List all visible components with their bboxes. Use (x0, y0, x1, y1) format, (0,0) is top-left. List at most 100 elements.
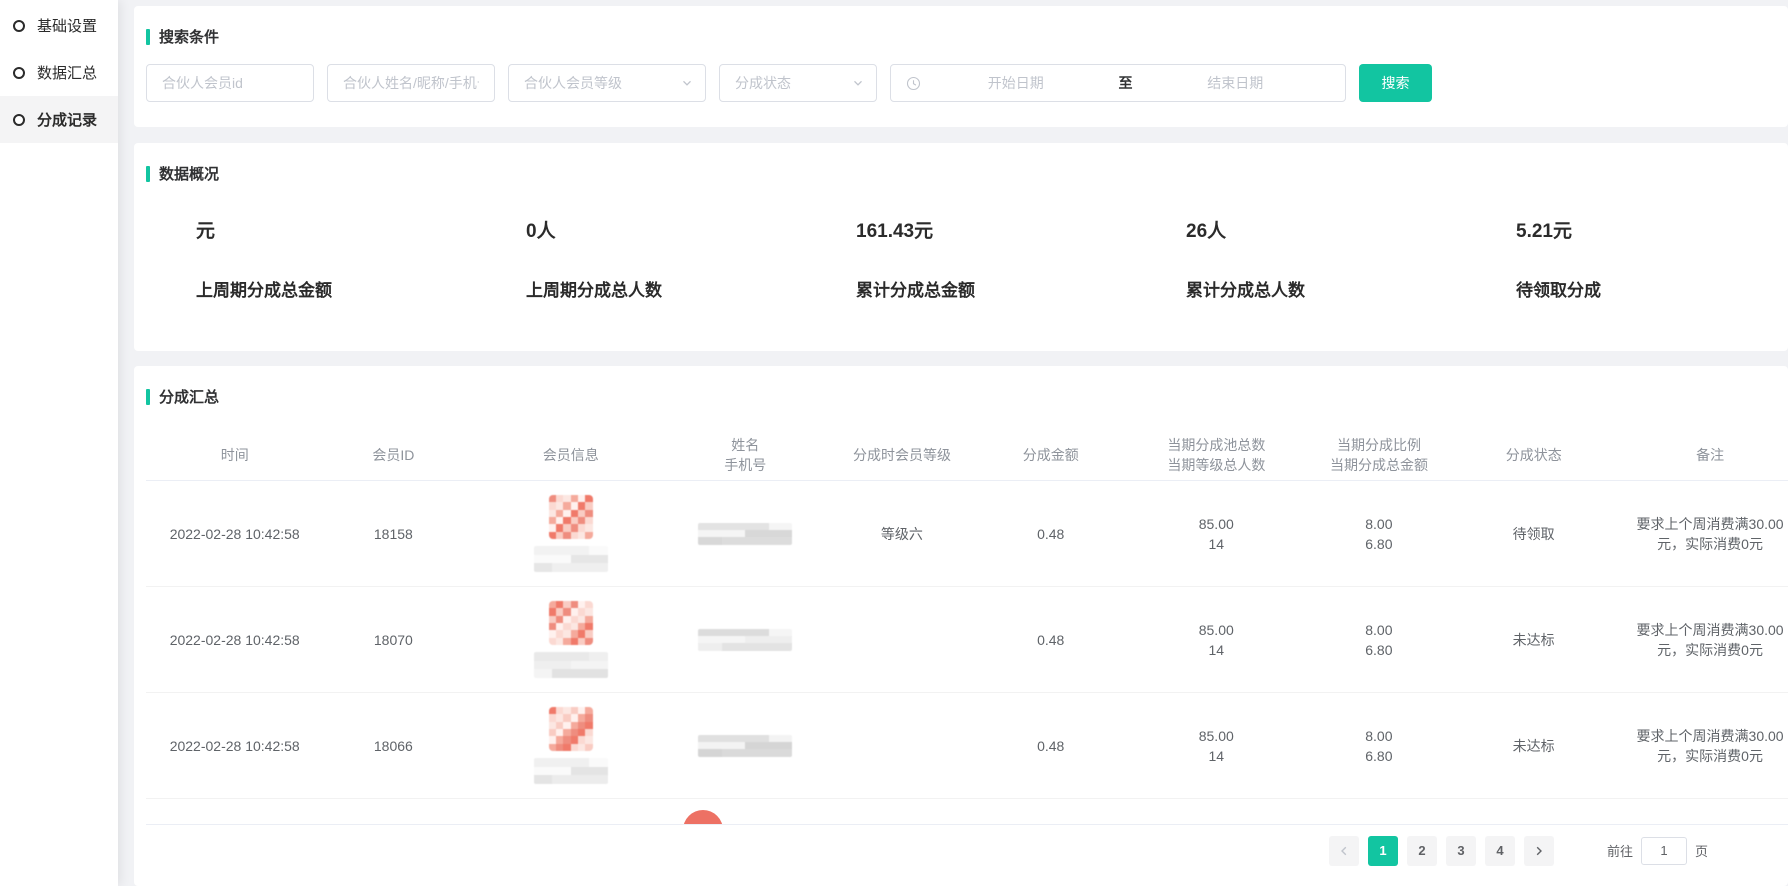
chevron-left-icon (1338, 845, 1350, 857)
next-page-button[interactable] (1524, 836, 1554, 866)
circle-icon (13, 114, 25, 126)
section-accent-bar (146, 389, 150, 405)
cell-level: 等级六 (812, 524, 991, 544)
col-header-ratio: 当期分成比例当期分成总金额 (1323, 435, 1435, 475)
section-title-text: 数据概况 (159, 163, 219, 184)
col-header-pool: 当期分成池总数当期等级总人数 (1110, 435, 1323, 475)
blurred-name (698, 523, 792, 545)
stat-value: 5.21元 (1516, 216, 1788, 243)
status-badge: 未达标 (1435, 630, 1632, 650)
cell-remark: 要求上个周消费满30.00元，实际消费0元 (1632, 620, 1788, 660)
commission-status-select[interactable]: 分成状态 (719, 64, 877, 102)
sidebar: 基础设置 数据汇总 分成记录 (0, 0, 118, 886)
cell-ratio: 8.006.80 (1323, 620, 1435, 660)
col-header-time: 时间 (146, 445, 323, 465)
table-row-clipped (146, 799, 1788, 824)
page-button-1[interactable]: 1 (1368, 836, 1398, 866)
goto-label: 前往 (1607, 841, 1633, 860)
stat-label: 待领取分成 (1516, 276, 1788, 301)
table-row[interactable]: 2022-02-28 10:42:58 18158 等级六 0.48 85.00… (146, 481, 1788, 587)
commission-table: 时间 会员ID 会员信息 姓名手机号 分成时会员等级 分成金额 当期分成池总数当… (146, 429, 1788, 824)
date-range-picker[interactable]: 开始日期 至 结束日期 (890, 64, 1346, 102)
overview-stats: 元 上周期分成总金额 0人 上周期分成总人数 161.43元 累计分成总金额 2… (146, 216, 1788, 301)
col-header-member-info: 会员信息 (463, 445, 678, 465)
blurred-nickname (534, 652, 608, 678)
cell-name-phone (678, 629, 812, 651)
cell-pool: 85.0014 (1110, 620, 1323, 660)
stat-label: 累计分成总金额 (856, 276, 1136, 301)
section-accent-bar (146, 166, 150, 182)
chevron-right-icon (1533, 845, 1545, 857)
page-button-3[interactable]: 3 (1446, 836, 1476, 866)
goto-page-group: 前往 页 (1607, 837, 1708, 865)
clock-icon (906, 76, 921, 91)
cell-remark: 要求上个周消费满30.00元，实际消费0元 (1632, 514, 1788, 554)
cell-member-info (463, 495, 678, 572)
cell-name-phone (678, 735, 812, 757)
overview-section-title: 数据概况 (146, 163, 1788, 184)
col-header-amount: 分成金额 (992, 445, 1110, 465)
prev-page-button[interactable] (1329, 836, 1359, 866)
cell-pool: 85.0014 (1110, 514, 1323, 554)
page-button-4[interactable]: 4 (1485, 836, 1515, 866)
partner-member-id-input[interactable] (146, 64, 314, 102)
chevron-down-icon (681, 77, 693, 89)
circle-icon (13, 20, 25, 32)
circle-icon (13, 67, 25, 79)
cell-ratio: 8.006.80 (1323, 726, 1435, 766)
goto-page-input[interactable] (1641, 837, 1687, 865)
page-button-2[interactable]: 2 (1407, 836, 1437, 866)
sidebar-item-basic-settings[interactable]: 基础设置 (0, 2, 118, 49)
cell-member-id: 18070 (323, 630, 463, 650)
stat-pending-amount: 5.21元 待领取分成 (1466, 216, 1788, 301)
stat-label: 上周期分成总金额 (196, 276, 476, 301)
stat-value: 161.43元 (856, 216, 1136, 243)
commission-summary-card: 分成汇总 时间 会员ID 会员信息 姓名手机号 分成时会员等级 分成金额 当期分… (134, 366, 1788, 886)
table-row[interactable]: 2022-02-28 10:42:58 18070 0.48 85.0014 8… (146, 587, 1788, 693)
partner-level-select[interactable]: 合伙人会员等级 (508, 64, 706, 102)
sidebar-item-commission-records[interactable]: 分成记录 (0, 96, 118, 143)
cell-member-info (463, 601, 678, 678)
select-placeholder: 合伙人会员等级 (524, 73, 622, 93)
select-placeholder: 分成状态 (735, 73, 791, 93)
data-overview-card: 数据概况 元 上周期分成总金额 0人 上周期分成总人数 161.43元 累计分成… (134, 143, 1788, 351)
cell-ratio: 8.006.80 (1323, 514, 1435, 554)
main-content: 搜索条件 合伙人会员等级 分成状态 开始日期 至 结束日期 搜索 (134, 0, 1788, 886)
stat-last-period-amount: 元 上周期分成总金额 (146, 216, 476, 301)
search-filter-row: 合伙人会员等级 分成状态 开始日期 至 结束日期 搜索 (146, 64, 1788, 102)
stat-total-amount: 161.43元 累计分成总金额 (806, 216, 1136, 301)
cell-time: 2022-02-28 10:42:58 (146, 736, 323, 756)
col-header-name-phone: 姓名手机号 (678, 435, 812, 475)
col-header-status: 分成状态 (1435, 445, 1632, 465)
cell-member-id: 18158 (323, 524, 463, 544)
cell-member-info (463, 707, 678, 784)
search-button[interactable]: 搜索 (1359, 64, 1432, 102)
search-section-title: 搜索条件 (146, 26, 1788, 47)
section-title-text: 分成汇总 (159, 386, 219, 407)
date-range-separator: 至 (1111, 73, 1141, 93)
stat-last-period-people: 0人 上周期分成总人数 (476, 216, 806, 301)
start-date-placeholder[interactable]: 开始日期 (921, 73, 1111, 93)
section-title-text: 搜索条件 (159, 26, 219, 47)
status-badge: 待领取 (1435, 524, 1632, 544)
stat-value: 元 (196, 216, 476, 243)
cell-time: 2022-02-28 10:42:58 (146, 524, 323, 544)
cell-amount: 0.48 (992, 630, 1110, 650)
section-accent-bar (146, 29, 150, 45)
sidebar-item-label: 基础设置 (37, 15, 97, 36)
stat-value: 0人 (526, 216, 806, 243)
partner-name-input[interactable] (327, 64, 495, 102)
end-date-placeholder[interactable]: 结束日期 (1141, 73, 1331, 93)
summary-section-title: 分成汇总 (146, 386, 1788, 407)
sidebar-item-data-summary[interactable]: 数据汇总 (0, 49, 118, 96)
blurred-nickname (534, 546, 608, 572)
col-header-member-id: 会员ID (323, 445, 463, 465)
cell-time: 2022-02-28 10:42:58 (146, 630, 323, 650)
blurred-name (698, 629, 792, 651)
stat-total-people: 26人 累计分成总人数 (1136, 216, 1466, 301)
cell-member-id: 18066 (323, 736, 463, 756)
table-header-row: 时间 会员ID 会员信息 姓名手机号 分成时会员等级 分成金额 当期分成池总数当… (146, 429, 1788, 481)
page-unit-label: 页 (1695, 841, 1708, 860)
table-row[interactable]: 2022-02-28 10:42:58 18066 0.48 85.0014 8… (146, 693, 1788, 799)
cell-remark: 要求上个周消费满30.00元，实际消费0元 (1632, 726, 1788, 766)
